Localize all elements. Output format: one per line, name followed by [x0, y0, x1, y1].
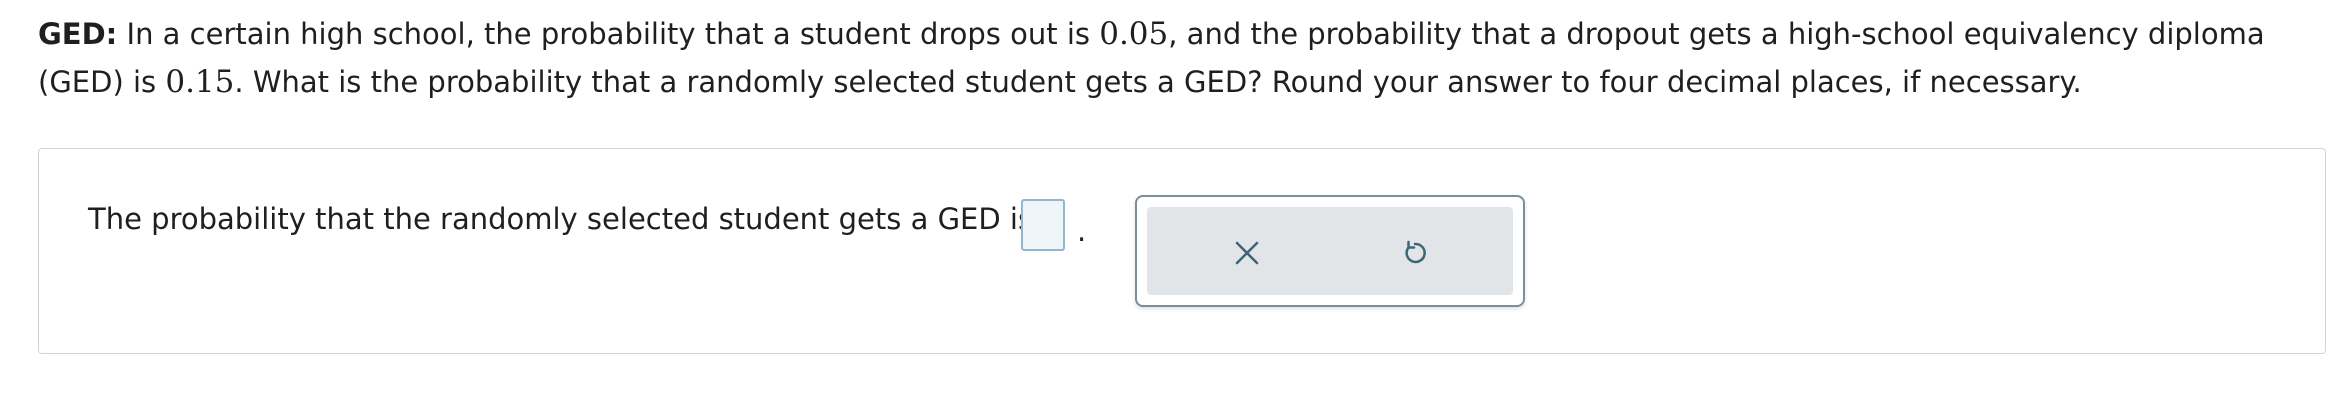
- question-text-part-3: . What is the probability that a randoml…: [234, 65, 2082, 99]
- dropout-probability-value: 0.05: [1099, 16, 1169, 52]
- answer-tools-panel: [1135, 195, 1525, 307]
- close-icon: [1235, 241, 1259, 265]
- ged-probability-value: 0.15: [165, 64, 235, 100]
- answer-panel: The probability that the randomly select…: [38, 148, 2326, 354]
- question-text-part-1: In a certain high school, the probabilit…: [117, 17, 1100, 51]
- answer-tools-inner: [1147, 207, 1513, 295]
- clear-button[interactable]: [1227, 233, 1267, 273]
- answer-suffix: .: [1077, 214, 1087, 248]
- question-lead: GED:: [38, 17, 118, 51]
- undo-button[interactable]: [1395, 233, 1435, 273]
- question-text: GED: In a certain high school, the proba…: [38, 10, 2308, 106]
- undo-icon: [1405, 240, 1426, 264]
- answer-input[interactable]: [1021, 199, 1065, 251]
- answer-prompt: The probability that the randomly select…: [88, 202, 1034, 236]
